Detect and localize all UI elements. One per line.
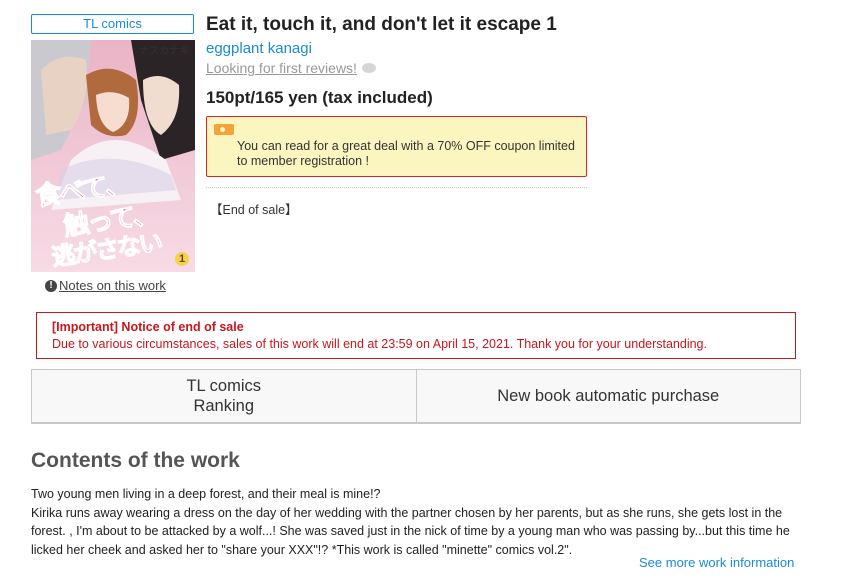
ranking-button-line1: TL comics (186, 377, 262, 395)
ranking-button[interactable]: TL comics Ranking (32, 370, 416, 422)
cover-author-kana: ナスカナギ (139, 46, 189, 57)
notice-heading: [Important] Notice of end of sale (52, 320, 244, 334)
coupon-banner[interactable]: You can read for a great deal with a 70%… (206, 116, 587, 177)
action-row: TL comics Ranking New book automatic pur… (31, 369, 801, 424)
synopsis-line2: Kirika runs away wearing a dress on the … (31, 505, 790, 557)
cover-volume-badge: 1 (175, 252, 189, 266)
author-link[interactable]: eggplant kanagi (206, 40, 312, 57)
price: 150pt/165 yen (tax included) (206, 88, 433, 107)
reviews-link[interactable]: Looking for first reviews! (206, 60, 376, 76)
notice-body: Due to various circumstances, sales of t… (52, 337, 707, 351)
ranking-button-line2: Ranking (193, 397, 255, 415)
page-title: Eat it, touch it, and don't let it escap… (206, 14, 557, 35)
genre-badge-tl-comics[interactable]: TL comics (31, 14, 194, 34)
sale-status: 【End of sale】 (210, 203, 298, 217)
synopsis-line1: Two young men living in a deep forest, a… (31, 487, 381, 501)
info-icon: ! (45, 279, 57, 292)
auto-purchase-button[interactable]: New book automatic purchase (415, 370, 800, 422)
coupon-ticket-icon (214, 124, 234, 135)
cover-image[interactable]: ナスカナギ 食べて、 触って、 逃がさない 1 (31, 40, 195, 272)
coupon-text: You can read for a great deal with a 70%… (237, 139, 575, 168)
divider (206, 187, 587, 188)
notes-link-label: Notes on this work (59, 278, 166, 293)
end-of-sale-notice: [Important] Notice of end of sale Due to… (36, 312, 796, 359)
synopsis: Two young men living in a deep forest, a… (31, 485, 806, 559)
comment-bubble-icon (361, 63, 376, 73)
notes-on-this-work-link[interactable]: ! Notes on this work (45, 278, 166, 293)
see-more-info-link[interactable]: See more work information (639, 555, 794, 570)
contents-heading: Contents of the work (31, 449, 240, 472)
reviews-link-label: Looking for first reviews! (206, 60, 357, 76)
